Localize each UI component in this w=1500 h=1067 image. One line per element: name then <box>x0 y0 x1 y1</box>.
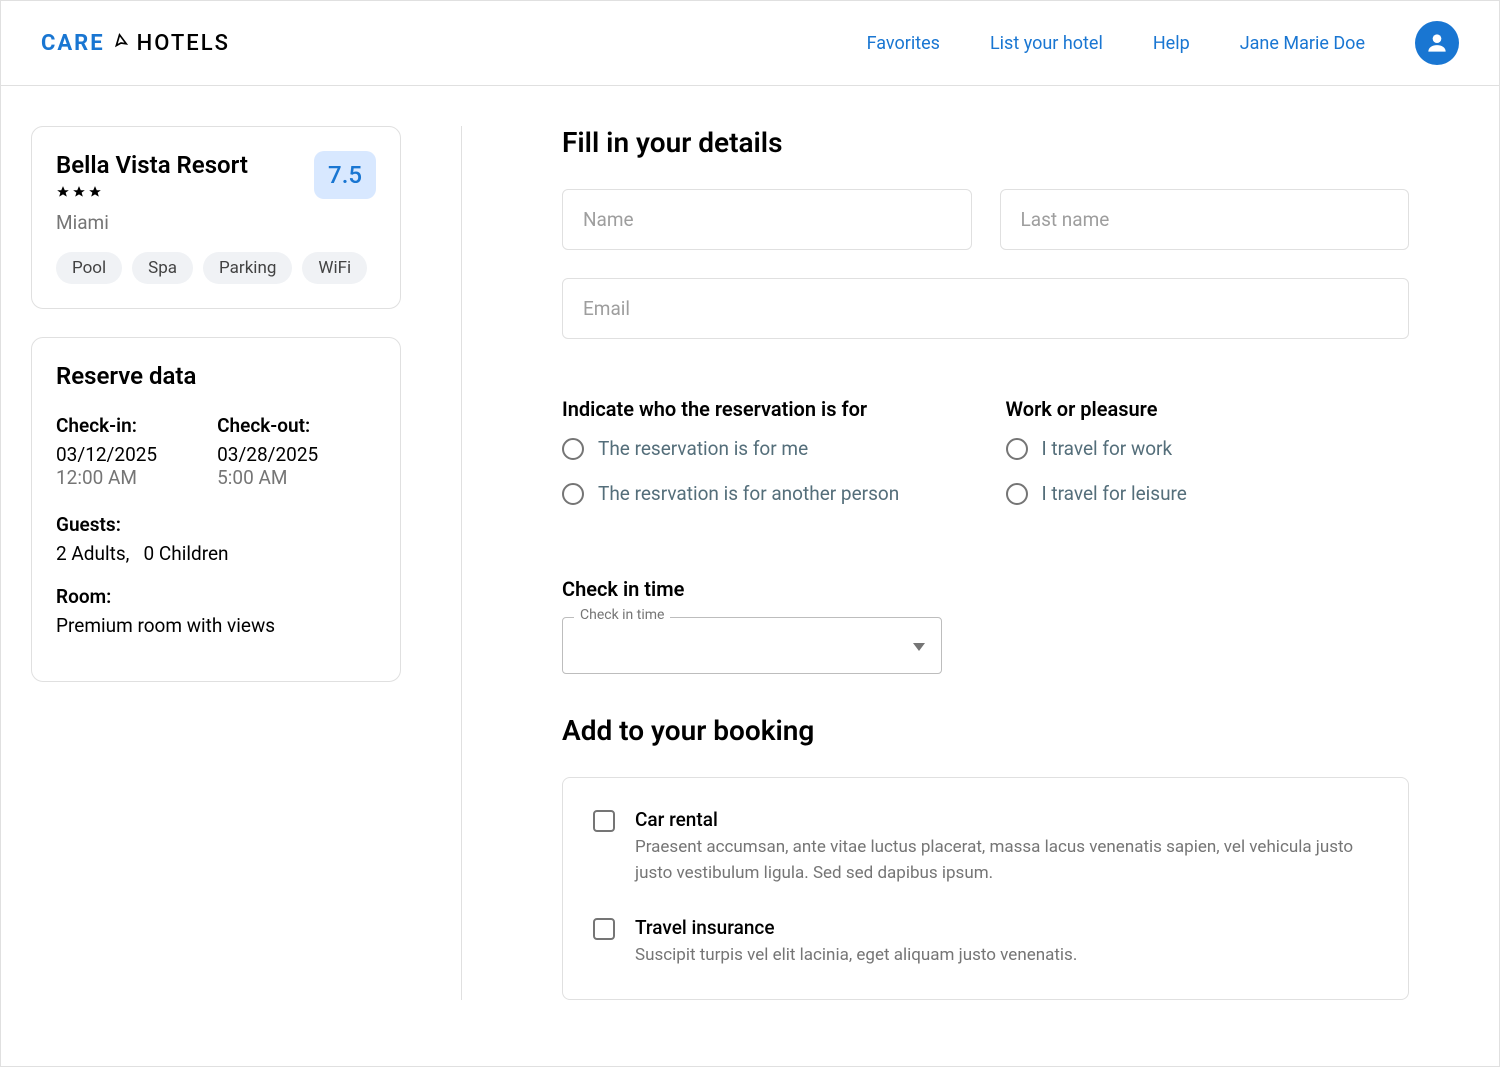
room-label: Room: <box>56 585 376 608</box>
hotel-header: Bella Vista Resort 7.5 <box>56 151 376 211</box>
booking-addons: Car rental Praesent accumsan, ante vitae… <box>562 777 1409 1000</box>
addon-desc: Praesent accumsan, ante vitae luctus pla… <box>635 835 1378 886</box>
room-section: Room: Premium room with views <box>56 585 376 637</box>
reservation-for-me-option[interactable]: The reservation is for me <box>562 437 966 460</box>
rating-badge: 7.5 <box>314 151 376 199</box>
addon-content: Car rental Praesent accumsan, ante vitae… <box>635 808 1378 886</box>
car-rental-checkbox[interactable] <box>593 810 615 832</box>
leaf-icon <box>109 31 132 54</box>
radio-sections-row: Indicate who the reservation is for The … <box>562 367 1409 547</box>
star-icon <box>88 185 102 199</box>
radio-label: I travel for leisure <box>1042 482 1187 505</box>
amenity-chip: Pool <box>56 252 122 284</box>
addon-desc: Suscipit turpis vel elit lacinia, eget a… <box>635 943 1378 969</box>
email-field[interactable]: Email <box>562 278 1409 339</box>
hotel-name: Bella Vista Resort <box>56 151 248 179</box>
radio-label: I travel for work <box>1042 437 1173 460</box>
reservation-for-title: Indicate who the reservation is for <box>562 397 966 421</box>
booking-addons-title: Add to your booking <box>562 714 1409 747</box>
travel-insurance-checkbox[interactable] <box>593 918 615 940</box>
children-count: 0 <box>144 542 155 565</box>
main: Bella Vista Resort 7.5 Miami Pool Spa Pa… <box>1 86 1499 1040</box>
radio-icon <box>1006 438 1028 460</box>
select-label: Check in time <box>574 607 670 623</box>
reservation-for-section: Indicate who the reservation is for The … <box>562 397 966 527</box>
guests-label: Guests: <box>56 513 376 536</box>
radio-icon <box>562 483 584 505</box>
nav-user-name[interactable]: Jane Marie Doe <box>1240 33 1365 54</box>
logo-care: CARE <box>41 31 105 56</box>
star-rating <box>56 185 248 199</box>
travel-work-option[interactable]: I travel for work <box>1006 437 1410 460</box>
star-icon <box>72 185 86 199</box>
checkin-time-section: Check in time Check in time <box>562 577 1409 674</box>
addon-title: Car rental <box>635 808 1378 831</box>
star-icon <box>56 185 70 199</box>
checkout-time: 5:00 AM <box>217 466 318 489</box>
addon-content: Travel insurance Suscipit turpis vel eli… <box>635 916 1378 969</box>
checkin-label: Check-in: <box>56 414 157 437</box>
nav-help[interactable]: Help <box>1153 33 1190 54</box>
logo[interactable]: CARE HOTELS <box>41 31 230 56</box>
logo-hotels: HOTELS <box>137 31 230 56</box>
guests-section: Guests: 2 Adults, 0 Children <box>56 513 376 565</box>
room-value: Premium room with views <box>56 614 376 637</box>
nav-favorites[interactable]: Favorites <box>867 33 940 54</box>
amenities: Pool Spa Parking WiFi <box>56 252 376 284</box>
reserve-card: Reserve data Check-in: 03/12/2025 12:00 … <box>31 337 401 682</box>
content: Fill in your details Name Last name Emai… <box>461 126 1469 1000</box>
email-row: Email <box>562 278 1409 339</box>
details-title: Fill in your details <box>562 126 1409 159</box>
person-icon <box>1424 30 1450 56</box>
work-pleasure-section: Work or pleasure I travel for work I tra… <box>1006 397 1410 527</box>
radio-icon <box>562 438 584 460</box>
car-rental-addon: Car rental Praesent accumsan, ante vitae… <box>593 808 1378 886</box>
name-row: Name Last name <box>562 189 1409 250</box>
work-pleasure-title: Work or pleasure <box>1006 397 1410 421</box>
checkin-date: 03/12/2025 <box>56 443 157 466</box>
hotel-card: Bella Vista Resort 7.5 Miami Pool Spa Pa… <box>31 126 401 309</box>
addon-title: Travel insurance <box>635 916 1378 939</box>
checkin-time: 12:00 AM <box>56 466 157 489</box>
reserve-title: Reserve data <box>56 362 376 390</box>
avatar[interactable] <box>1415 21 1459 65</box>
guests-value: 2 Adults, 0 Children <box>56 542 376 565</box>
radio-icon <box>1006 483 1028 505</box>
sidebar: Bella Vista Resort 7.5 Miami Pool Spa Pa… <box>31 126 401 1000</box>
name-field[interactable]: Name <box>562 189 972 250</box>
travel-insurance-addon: Travel insurance Suscipit turpis vel eli… <box>593 916 1378 969</box>
header: CARE HOTELS Favorites List your hotel He… <box>1 1 1499 86</box>
chevron-down-icon <box>913 636 925 655</box>
reservation-for-other-option[interactable]: The resrvation is for another person <box>562 482 966 505</box>
checkout-label: Check-out: <box>217 414 318 437</box>
travel-leisure-option[interactable]: I travel for leisure <box>1006 482 1410 505</box>
nav-list-your-hotel[interactable]: List your hotel <box>990 33 1103 54</box>
amenity-chip: WiFi <box>302 252 367 284</box>
children-label: Children <box>159 542 229 565</box>
radio-label: The resrvation is for another person <box>598 482 899 505</box>
checkout-date: 03/28/2025 <box>217 443 318 466</box>
nav: Favorites List your hotel Help Jane Mari… <box>867 21 1459 65</box>
radio-label: The reservation is for me <box>598 437 808 460</box>
reserve-dates-row: Check-in: 03/12/2025 12:00 AM Check-out:… <box>56 414 376 489</box>
lastname-field[interactable]: Last name <box>1000 189 1410 250</box>
checkin-time-select[interactable] <box>562 617 942 674</box>
checkin-time-title: Check in time <box>562 577 1409 601</box>
adults-count: 2 <box>56 542 67 565</box>
hotel-location: Miami <box>56 211 376 234</box>
checkin-time-select-wrapper: Check in time <box>562 617 942 674</box>
adults-label: Adults, <box>71 542 129 565</box>
amenity-chip: Parking <box>203 252 292 284</box>
amenity-chip: Spa <box>132 252 193 284</box>
